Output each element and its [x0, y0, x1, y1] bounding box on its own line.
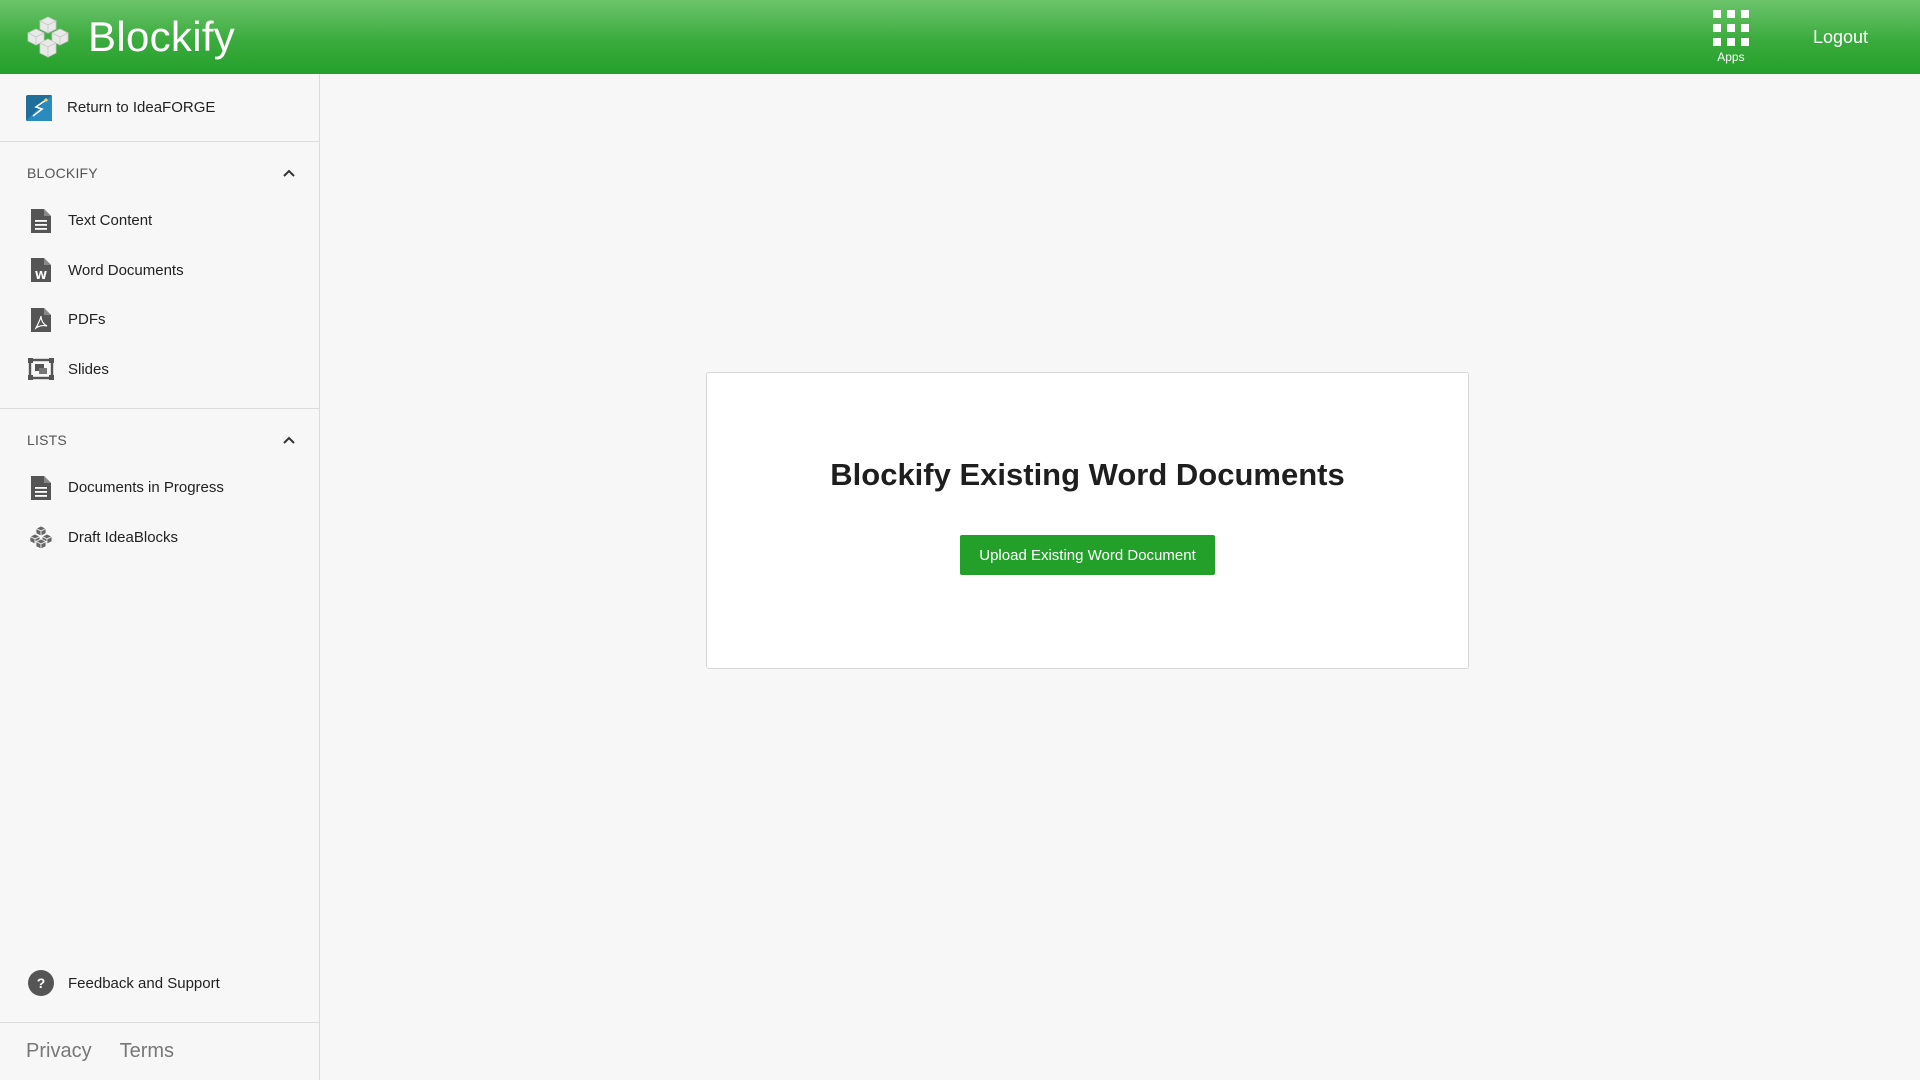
page-title: Blockify Existing Word Documents: [830, 457, 1345, 492]
document-lines-icon: [28, 208, 54, 234]
upload-card: Blockify Existing Word Documents Upload …: [706, 372, 1469, 669]
sidebar-item-label: Word Documents: [68, 261, 184, 279]
chevron-up-icon: [283, 169, 295, 177]
upload-word-document-button[interactable]: Upload Existing Word Document: [960, 535, 1215, 575]
logout-button[interactable]: Logout: [1813, 27, 1868, 48]
sidebar-item-documents-in-progress[interactable]: Documents in Progress: [0, 463, 319, 513]
sidebar-item-slides[interactable]: Slides: [0, 345, 319, 395]
sidebar-item-pdfs[interactable]: PDFs: [0, 295, 319, 345]
apps-label: Apps: [1717, 50, 1745, 64]
apps-button[interactable]: Apps: [1701, 10, 1761, 64]
slides-icon: [28, 356, 54, 382]
apps-grid-icon: [1712, 10, 1749, 46]
document-lines-icon: [28, 475, 54, 501]
pdf-document-icon: [28, 307, 54, 333]
chevron-up-icon: [283, 436, 295, 444]
brand-name: Blockify: [88, 13, 236, 60]
sidebar-section-blockify: BLOCKIFY Text Content W Word Documents P…: [0, 142, 319, 409]
section-toggle-lists[interactable]: LISTS: [0, 409, 319, 463]
feedback-label: Feedback and Support: [68, 974, 220, 992]
sidebar-item-word-documents[interactable]: W Word Documents: [0, 246, 319, 296]
sidebar: Return to IdeaFORGE BLOCKIFY Text Conten…: [0, 74, 320, 1080]
ideaforge-icon: [26, 94, 52, 121]
section-toggle-blockify[interactable]: BLOCKIFY: [0, 142, 319, 196]
sidebar-item-draft-ideablocks[interactable]: Draft IdeaBlocks: [0, 513, 319, 563]
sidebar-item-text-content[interactable]: Text Content: [0, 196, 319, 246]
help-icon: ?: [28, 970, 54, 996]
feedback-and-support-link[interactable]: ? Feedback and Support: [0, 959, 319, 1007]
terms-link[interactable]: Terms: [120, 1040, 174, 1063]
sidebar-item-label: PDFs: [68, 311, 106, 329]
return-label: Return to IdeaFORGE: [67, 99, 216, 116]
blocks-icon: [28, 524, 54, 550]
top-header-bar: Blockify Apps Logout: [0, 0, 1920, 74]
sidebar-item-label: Slides: [68, 360, 109, 378]
header-actions: Apps Logout: [1701, 0, 1920, 74]
sidebar-item-label: Text Content: [68, 212, 153, 230]
svg-text:W: W: [35, 269, 47, 282]
sidebar-section-lists: LISTS Documents in Progress Draft IdeaBl…: [0, 409, 319, 576]
section-title: BLOCKIFY: [27, 165, 98, 181]
sidebar-item-label: Documents in Progress: [68, 479, 224, 497]
sidebar-footer: Privacy Terms: [0, 1022, 319, 1080]
word-document-icon: W: [28, 257, 54, 283]
sidebar-item-label: Draft IdeaBlocks: [68, 528, 179, 546]
section-title: LISTS: [27, 432, 67, 448]
return-to-ideaforge-link[interactable]: Return to IdeaFORGE: [0, 74, 319, 142]
privacy-link[interactable]: Privacy: [26, 1040, 92, 1063]
brand[interactable]: Blockify: [24, 13, 235, 61]
blockify-logo-icon: [27, 16, 69, 58]
